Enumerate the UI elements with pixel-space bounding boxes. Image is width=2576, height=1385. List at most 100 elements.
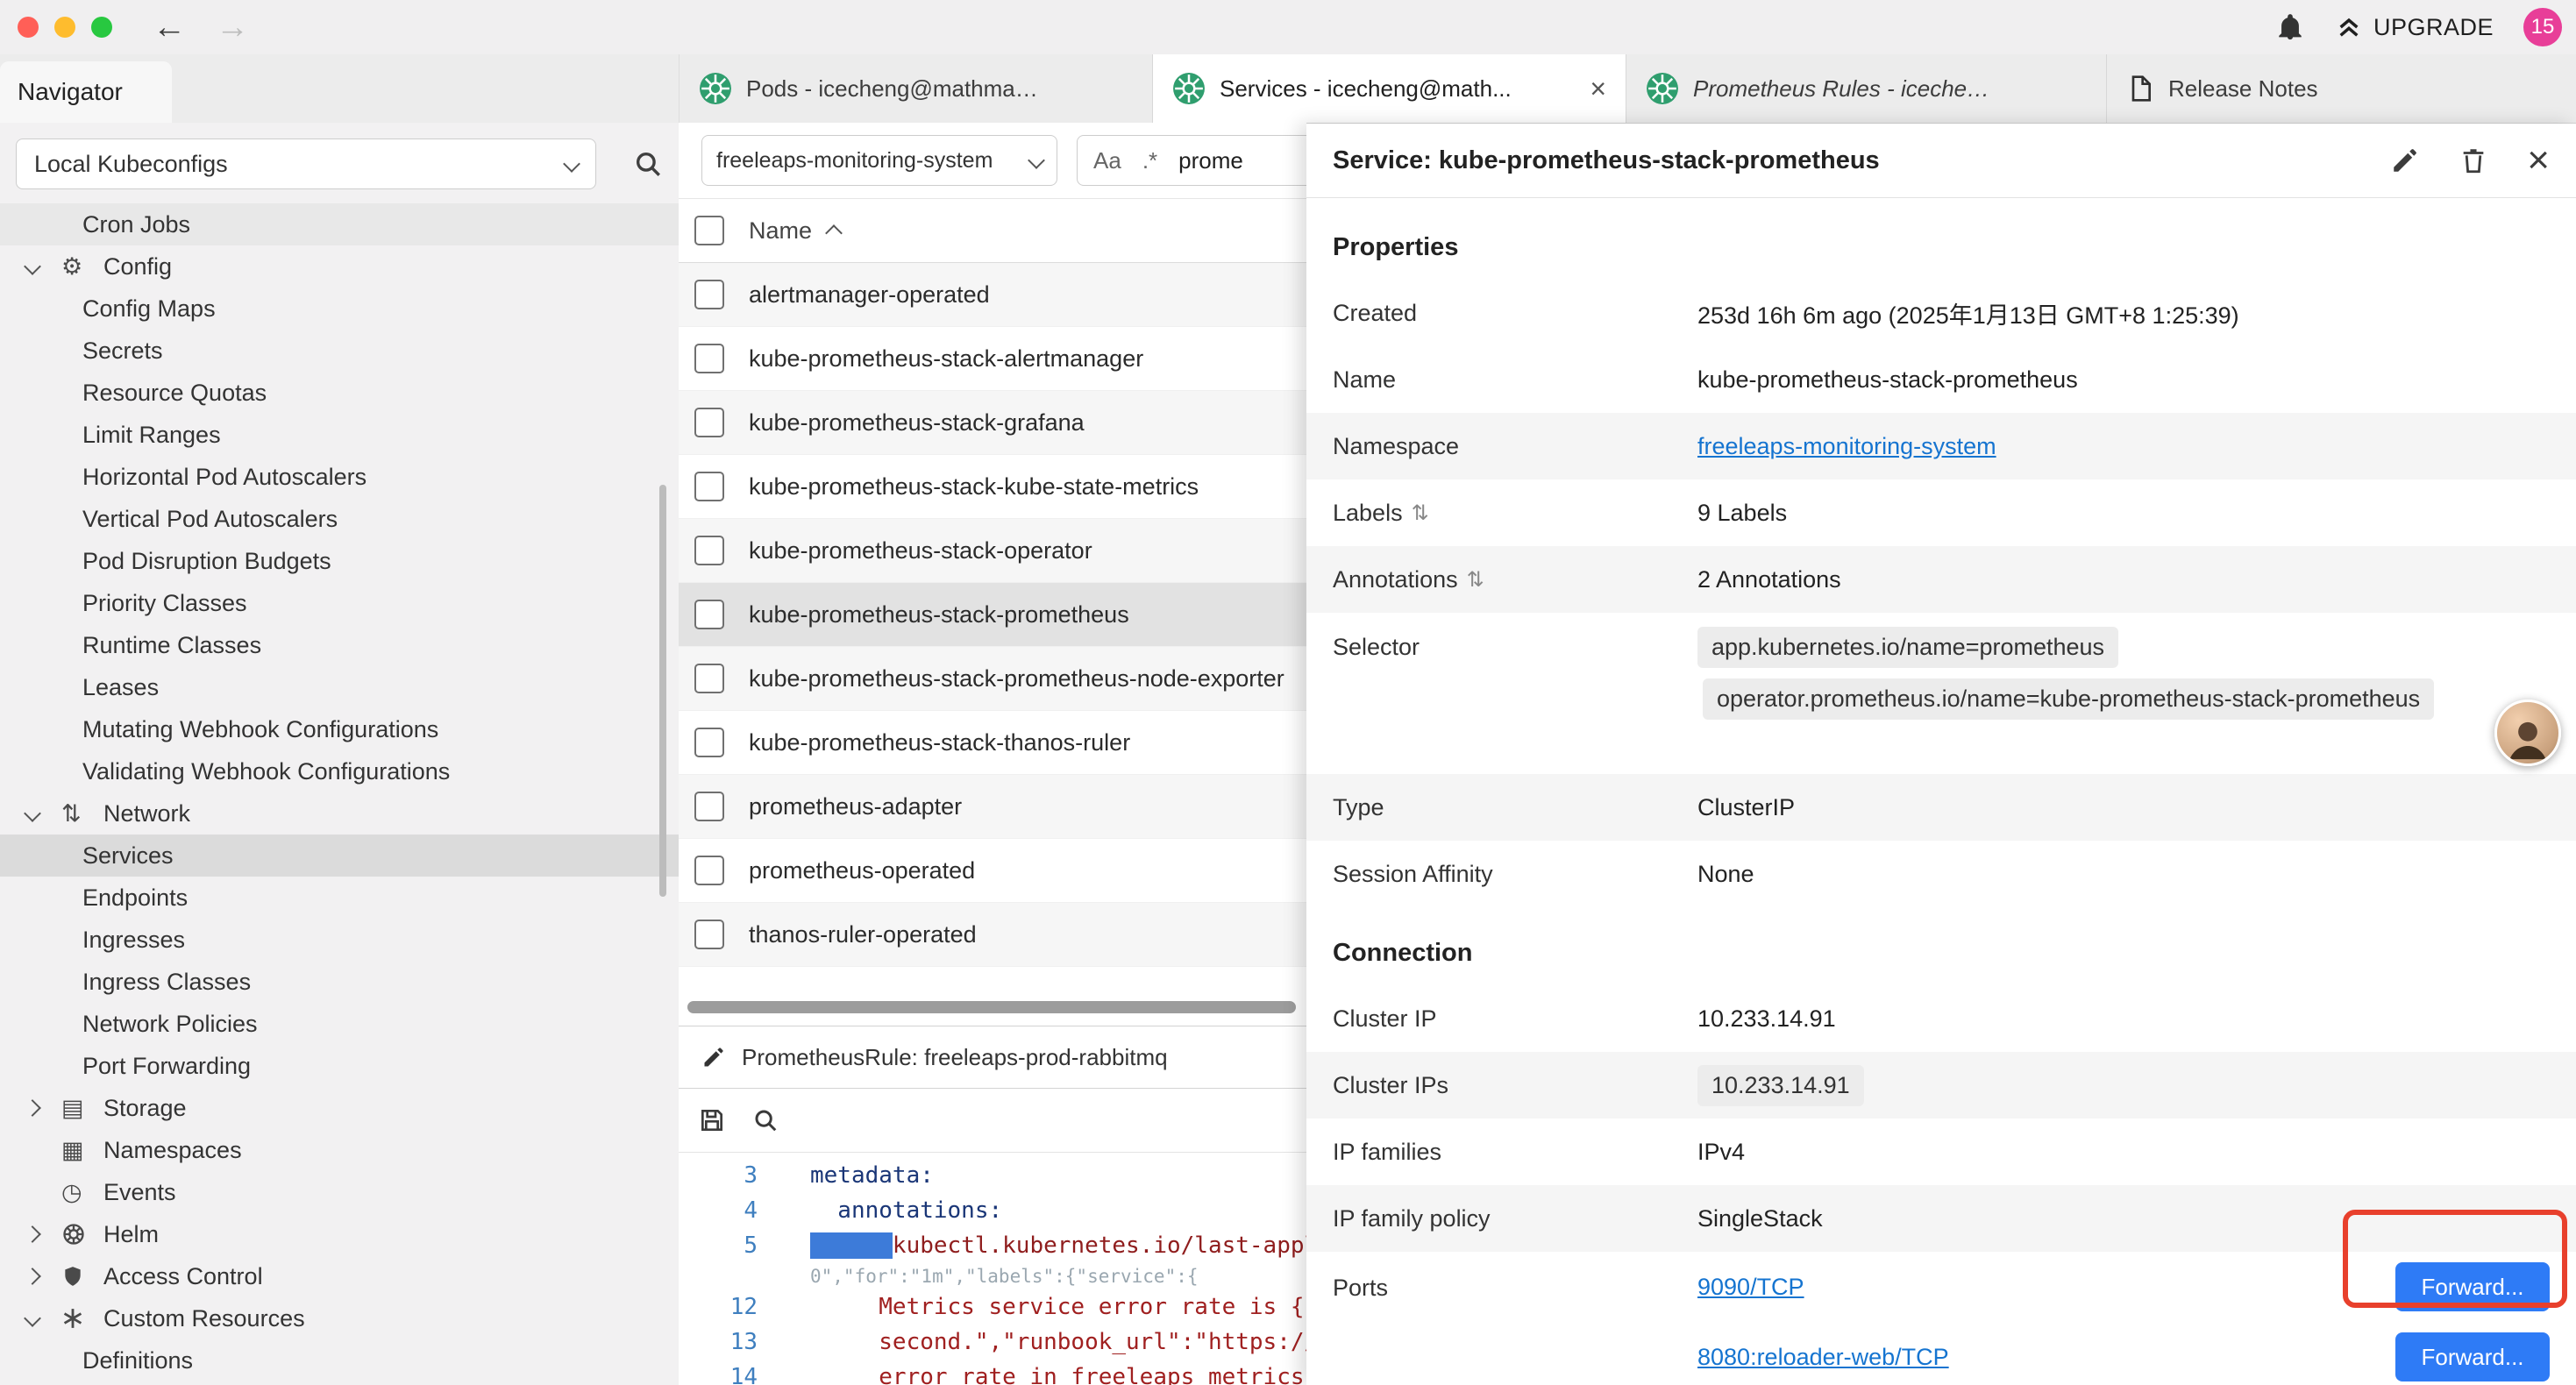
sidebar-item-vertical-pod-autoscalers[interactable]: Vertical Pod Autoscalers	[0, 498, 679, 540]
sidebar-item-label: Validating Webhook Configurations	[82, 758, 450, 785]
row-checkbox[interactable]	[694, 856, 724, 885]
tab-pods[interactable]: Pods - icecheng@mathmas...	[680, 54, 1153, 123]
forward-button[interactable]: Forward...	[2395, 1332, 2550, 1381]
sidebar-item-storage[interactable]: ▤ Storage	[0, 1087, 679, 1129]
sidebar-item-label: Namespaces	[103, 1137, 242, 1164]
save-icon[interactable]	[698, 1106, 726, 1134]
sidebar-item-cron-jobs[interactable]: Cron Jobs	[0, 203, 679, 245]
namespace-select[interactable]: freeleaps-monitoring-system	[701, 135, 1057, 186]
table-row[interactable]: kube-prometheus-stack-kube-state-metrics	[679, 455, 1306, 519]
close-window-button[interactable]	[18, 17, 39, 38]
row-checkbox[interactable]	[694, 792, 724, 821]
forward-button[interactable]: →	[216, 0, 249, 54]
sidebar-item-config[interactable]: ⚙ Config	[0, 245, 679, 288]
row-checkbox[interactable]	[694, 344, 724, 373]
sidebar-item-validating-webhook-configurations[interactable]: Validating Webhook Configurations	[0, 750, 679, 792]
name-column-header[interactable]: Name	[749, 217, 840, 245]
table-row[interactable]: kube-prometheus-stack-operator	[679, 519, 1306, 583]
sidebar-item-config-maps[interactable]: Config Maps	[0, 288, 679, 330]
table-row[interactable]: alertmanager-operated	[679, 263, 1306, 327]
edit-pencil-icon[interactable]	[2390, 146, 2420, 175]
sidebar-item-services[interactable]: Services	[0, 835, 679, 877]
storage-icon: ▤	[61, 1095, 103, 1122]
row-checkbox[interactable]	[694, 280, 724, 309]
back-button[interactable]: ←	[153, 0, 186, 54]
row-value: ClusterIP	[1697, 794, 1795, 821]
close-tab-icon[interactable]: ×	[1590, 73, 1606, 105]
minimize-window-button[interactable]	[54, 17, 75, 38]
row-checkbox[interactable]	[694, 536, 724, 565]
table-row[interactable]: thanos-ruler-operated	[679, 903, 1306, 967]
table-row-selected[interactable]: kube-prometheus-stack-prometheus	[679, 583, 1306, 647]
match-case-toggle[interactable]: Aa	[1093, 147, 1121, 174]
chevron-right-icon	[24, 1099, 41, 1117]
sidebar-item-ingresses[interactable]: Ingresses	[0, 919, 679, 961]
expand-toggle-icon[interactable]: ⇅	[1467, 567, 1484, 593]
sidebar-item-horizontal-pod-autoscalers[interactable]: Horizontal Pod Autoscalers	[0, 456, 679, 498]
dock-tab-prometheusrule[interactable]: PrometheusRule: freeleaps-prod-rabbitmq	[679, 1026, 1306, 1088]
table-row[interactable]: prometheus-adapter	[679, 775, 1306, 839]
sidebar-item-priority-classes[interactable]: Priority Classes	[0, 582, 679, 624]
sidebar-scrollbar[interactable]	[659, 485, 666, 897]
sidebar-item-label: Port Forwarding	[82, 1053, 251, 1080]
maximize-window-button[interactable]	[91, 17, 112, 38]
line-number	[679, 1263, 775, 1289]
sidebar-item-limit-ranges[interactable]: Limit Ranges	[0, 414, 679, 456]
search-input[interactable]: Aa .* prome	[1077, 135, 1306, 186]
sidebar-item-custom-resources[interactable]: Custom Resources	[0, 1297, 679, 1339]
sidebar-item-endpoints[interactable]: Endpoints	[0, 877, 679, 919]
notification-count-badge[interactable]: 15	[2523, 8, 2562, 46]
yaml-editor[interactable]: 3metadata: 4 annotations: 5 kubectl.kube…	[679, 1153, 1306, 1385]
row-checkbox[interactable]	[694, 408, 724, 437]
row-checkbox[interactable]	[694, 728, 724, 757]
sidebar-item-mutating-webhook-configurations[interactable]: Mutating Webhook Configurations	[0, 708, 679, 750]
sidebar-item-ingress-classes[interactable]: Ingress Classes	[0, 961, 679, 1003]
namespace-select-value: freeleaps-monitoring-system	[716, 148, 993, 174]
kubeconfig-select[interactable]: Local Kubeconfigs	[16, 138, 596, 189]
sidebar-item-leases[interactable]: Leases	[0, 666, 679, 708]
notifications-bell-icon[interactable]	[2275, 12, 2305, 42]
tab-services[interactable]: Services - icecheng@math... ×	[1153, 54, 1626, 123]
tab-release-notes[interactable]: Release Notes	[2107, 54, 2576, 123]
sidebar-item-network-policies[interactable]: Network Policies	[0, 1003, 679, 1045]
sidebar-item-namespaces[interactable]: ▦ Namespaces	[0, 1129, 679, 1171]
horizontal-scrollbar[interactable]	[687, 1001, 1296, 1013]
table-row[interactable]: kube-prometheus-stack-alertmanager	[679, 327, 1306, 391]
sidebar-item-resource-quotas[interactable]: Resource Quotas	[0, 372, 679, 414]
sidebar-item-secrets[interactable]: Secrets	[0, 330, 679, 372]
select-all-checkbox[interactable]	[694, 216, 724, 245]
editor-search-icon[interactable]	[752, 1107, 779, 1133]
sidebar-item-helm[interactable]: Helm	[0, 1213, 679, 1255]
upgrade-button[interactable]: UPGRADE	[2335, 13, 2494, 41]
row-checkbox[interactable]	[694, 664, 724, 693]
table-row[interactable]: prometheus-operated	[679, 839, 1306, 903]
sidebar-item-port-forwarding[interactable]: Port Forwarding	[0, 1045, 679, 1087]
port-link[interactable]: 8080:reloader-web/TCP	[1697, 1344, 1949, 1371]
sidebar-item-runtime-classes[interactable]: Runtime Classes	[0, 624, 679, 666]
table-row[interactable]: kube-prometheus-stack-thanos-ruler	[679, 711, 1306, 775]
sidebar-item-network[interactable]: ⇅ Network	[0, 792, 679, 835]
sidebar-item-pod-disruption-budgets[interactable]: Pod Disruption Budgets	[0, 540, 679, 582]
delete-trash-icon[interactable]	[2459, 146, 2488, 175]
kubernetes-icon	[699, 72, 732, 105]
sidebar-item-access-control[interactable]: Access Control	[0, 1255, 679, 1297]
sidebar-item-events[interactable]: ◷ Events	[0, 1171, 679, 1213]
sidebar-item-label: Network Policies	[82, 1011, 258, 1038]
namespace-link[interactable]: freeleaps-monitoring-system	[1697, 433, 1996, 459]
regex-toggle[interactable]: .*	[1142, 147, 1157, 174]
row-checkbox[interactable]	[694, 600, 724, 629]
sidebar-item-definitions[interactable]: Definitions	[0, 1339, 679, 1381]
tab-prometheus-rules[interactable]: Prometheus Rules - icecheng...	[1626, 54, 2107, 123]
navigator-tab[interactable]: Navigator	[0, 61, 172, 123]
table-row[interactable]: kube-prometheus-stack-prometheus-node-ex…	[679, 647, 1306, 711]
close-panel-icon[interactable]: ×	[2527, 141, 2550, 180]
column-label: Name	[749, 217, 812, 245]
expand-toggle-icon[interactable]: ⇅	[1412, 501, 1429, 526]
port-link[interactable]: 9090/TCP	[1697, 1274, 1804, 1301]
sidebar-item-label: Vertical Pod Autoscalers	[82, 506, 338, 533]
row-checkbox[interactable]	[694, 472, 724, 501]
sidebar-search-icon[interactable]	[633, 149, 663, 179]
forward-button[interactable]: Forward...	[2395, 1262, 2550, 1311]
table-row[interactable]: kube-prometheus-stack-grafana	[679, 391, 1306, 455]
row-checkbox[interactable]	[694, 920, 724, 949]
